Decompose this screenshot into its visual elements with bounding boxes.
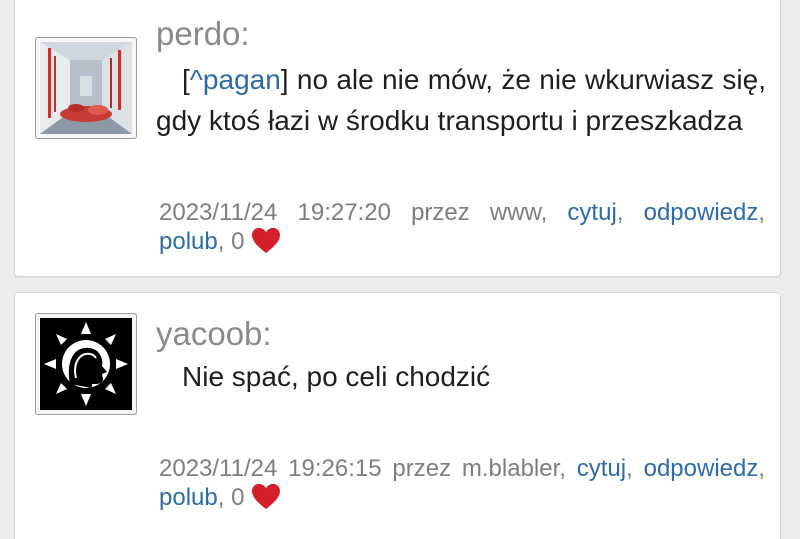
quote-reference-link[interactable]: ^pagan xyxy=(190,64,281,95)
by-label: przez xyxy=(392,455,452,482)
comment-body: [^pagan] no ale nie mów, że nie wkurwias… xyxy=(156,59,766,141)
quote-bracket-open: [ xyxy=(182,64,190,95)
head-sun-avatar-icon xyxy=(40,318,132,410)
like-link[interactable]: polub xyxy=(159,484,218,511)
by-user: m.blabler, xyxy=(461,455,566,482)
comment-meta: 2023/11/24 19:26:15 przez m.blabler, cyt… xyxy=(159,455,766,511)
heart-icon[interactable] xyxy=(251,227,281,254)
comment-author[interactable]: yacoob: xyxy=(156,317,272,350)
photo-avatar-icon xyxy=(40,42,132,134)
comment-time: 19:26:15 xyxy=(288,455,382,482)
comment-time: 19:27:20 xyxy=(297,199,391,226)
cite-link[interactable]: cytuj xyxy=(577,455,626,482)
like-link[interactable]: polub xyxy=(159,228,218,255)
cite-link[interactable]: cytuj xyxy=(567,199,616,226)
quote-bracket-close: ] xyxy=(280,64,289,95)
comment-card: yacoob: Nie spać, po celi chodzić 2023/1… xyxy=(14,292,781,539)
heart-icon[interactable] xyxy=(251,483,281,510)
comment-meta: 2023/11/24 19:27:20 przez www, cytuj, od… xyxy=(159,199,766,255)
comment-author[interactable]: perdo: xyxy=(156,17,250,50)
like-count: 0 xyxy=(231,484,245,511)
by-label: przez xyxy=(411,199,470,226)
reply-link[interactable]: odpowiedz xyxy=(644,455,759,482)
reply-link[interactable]: odpowiedz xyxy=(644,199,759,226)
comment-card: perdo: [^pagan] no ale nie mów, że nie w… xyxy=(14,0,781,277)
comment-feed: perdo: [^pagan] no ale nie mów, że nie w… xyxy=(0,0,800,539)
comment-body: Nie spać, po celi chodzić xyxy=(182,361,491,392)
user-avatar[interactable] xyxy=(35,313,137,415)
user-avatar[interactable] xyxy=(35,37,137,139)
comment-date: 2023/11/24 xyxy=(159,199,278,226)
by-user: www, xyxy=(489,199,548,226)
like-count: 0 xyxy=(231,228,245,255)
comment-date: 2023/11/24 xyxy=(159,455,278,482)
